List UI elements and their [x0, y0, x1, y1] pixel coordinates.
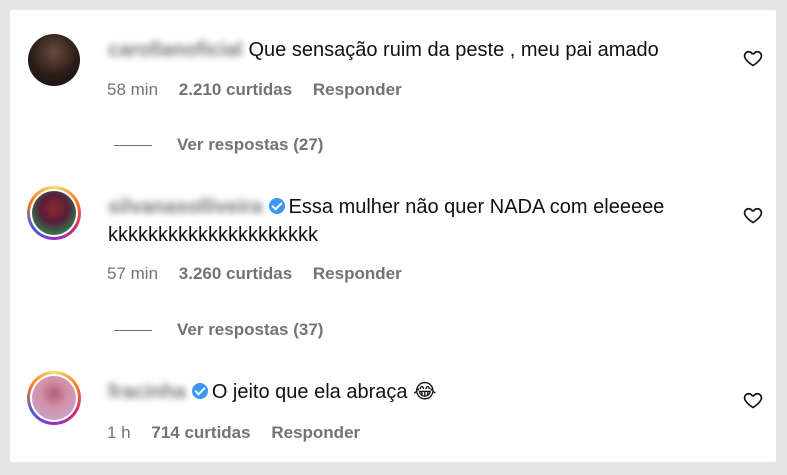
comment-text: O jeito que ela abraça — [211, 381, 408, 403]
view-replies-label: Ver respostas (37) — [177, 320, 324, 339]
verified-badge-icon — [191, 383, 208, 399]
timestamp: 58 min — [107, 80, 159, 99]
comment-text-continued: kkkkkkkkkkkkkkkkkkkkk — [108, 224, 318, 246]
comment-line: fracinha O jeito que ela abraça 😂 — [108, 378, 436, 406]
likes-count[interactable]: 3.260 curtidas — [179, 264, 292, 283]
avatar-image — [32, 376, 76, 420]
view-replies-button[interactable]: Ver respostas (37) — [114, 320, 323, 340]
avatar[interactable] — [27, 186, 81, 240]
comment-line-2: kkkkkkkkkkkkkkkkkkkkk — [108, 221, 318, 249]
comment-line: carollanoficial Que sensação ruim da pest… — [108, 36, 659, 64]
comment-meta: 58 min 2.210 curtidas Responder — [107, 80, 418, 100]
view-replies-label: Ver respostas (27) — [177, 135, 324, 154]
comment-text: Que sensação ruim da peste , meu pai ama… — [248, 39, 659, 61]
reply-button[interactable]: Responder — [313, 264, 402, 283]
avatar[interactable] — [28, 34, 80, 86]
heart-outline-icon[interactable] — [743, 205, 763, 225]
avatar[interactable] — [27, 371, 81, 425]
likes-count[interactable]: 2.210 curtidas — [179, 80, 292, 99]
avatar-image — [32, 191, 76, 235]
comment-text: Essa mulher não quer NADA com eleeeee — [288, 196, 665, 218]
timestamp: 57 min — [107, 264, 159, 283]
username[interactable]: silvanasolliveira — [108, 196, 263, 218]
view-replies-button[interactable]: Ver respostas (27) — [114, 135, 323, 155]
reply-button[interactable]: Responder — [271, 423, 360, 442]
username[interactable]: fracinha — [108, 381, 186, 403]
comment-meta: 1 h 714 curtidas Responder — [107, 423, 376, 443]
heart-outline-icon[interactable] — [743, 390, 763, 410]
timestamp: 1 h — [107, 423, 131, 442]
comment-line: silvanasolliveira Essa mulher não quer NA… — [108, 193, 664, 221]
heart-outline-icon[interactable] — [743, 48, 763, 68]
username[interactable]: carollanoficial — [108, 39, 243, 61]
comment-meta: 57 min 3.260 curtidas Responder — [107, 264, 418, 284]
laughing-emoji-icon: 😂 — [413, 381, 437, 403]
replies-divider — [114, 330, 152, 332]
likes-count[interactable]: 714 curtidas — [151, 423, 250, 442]
reply-button[interactable]: Responder — [313, 80, 402, 99]
replies-divider — [114, 145, 152, 147]
comments-panel: carollanoficial Que sensação ruim da pest… — [10, 10, 776, 462]
verified-badge-icon — [268, 198, 285, 214]
